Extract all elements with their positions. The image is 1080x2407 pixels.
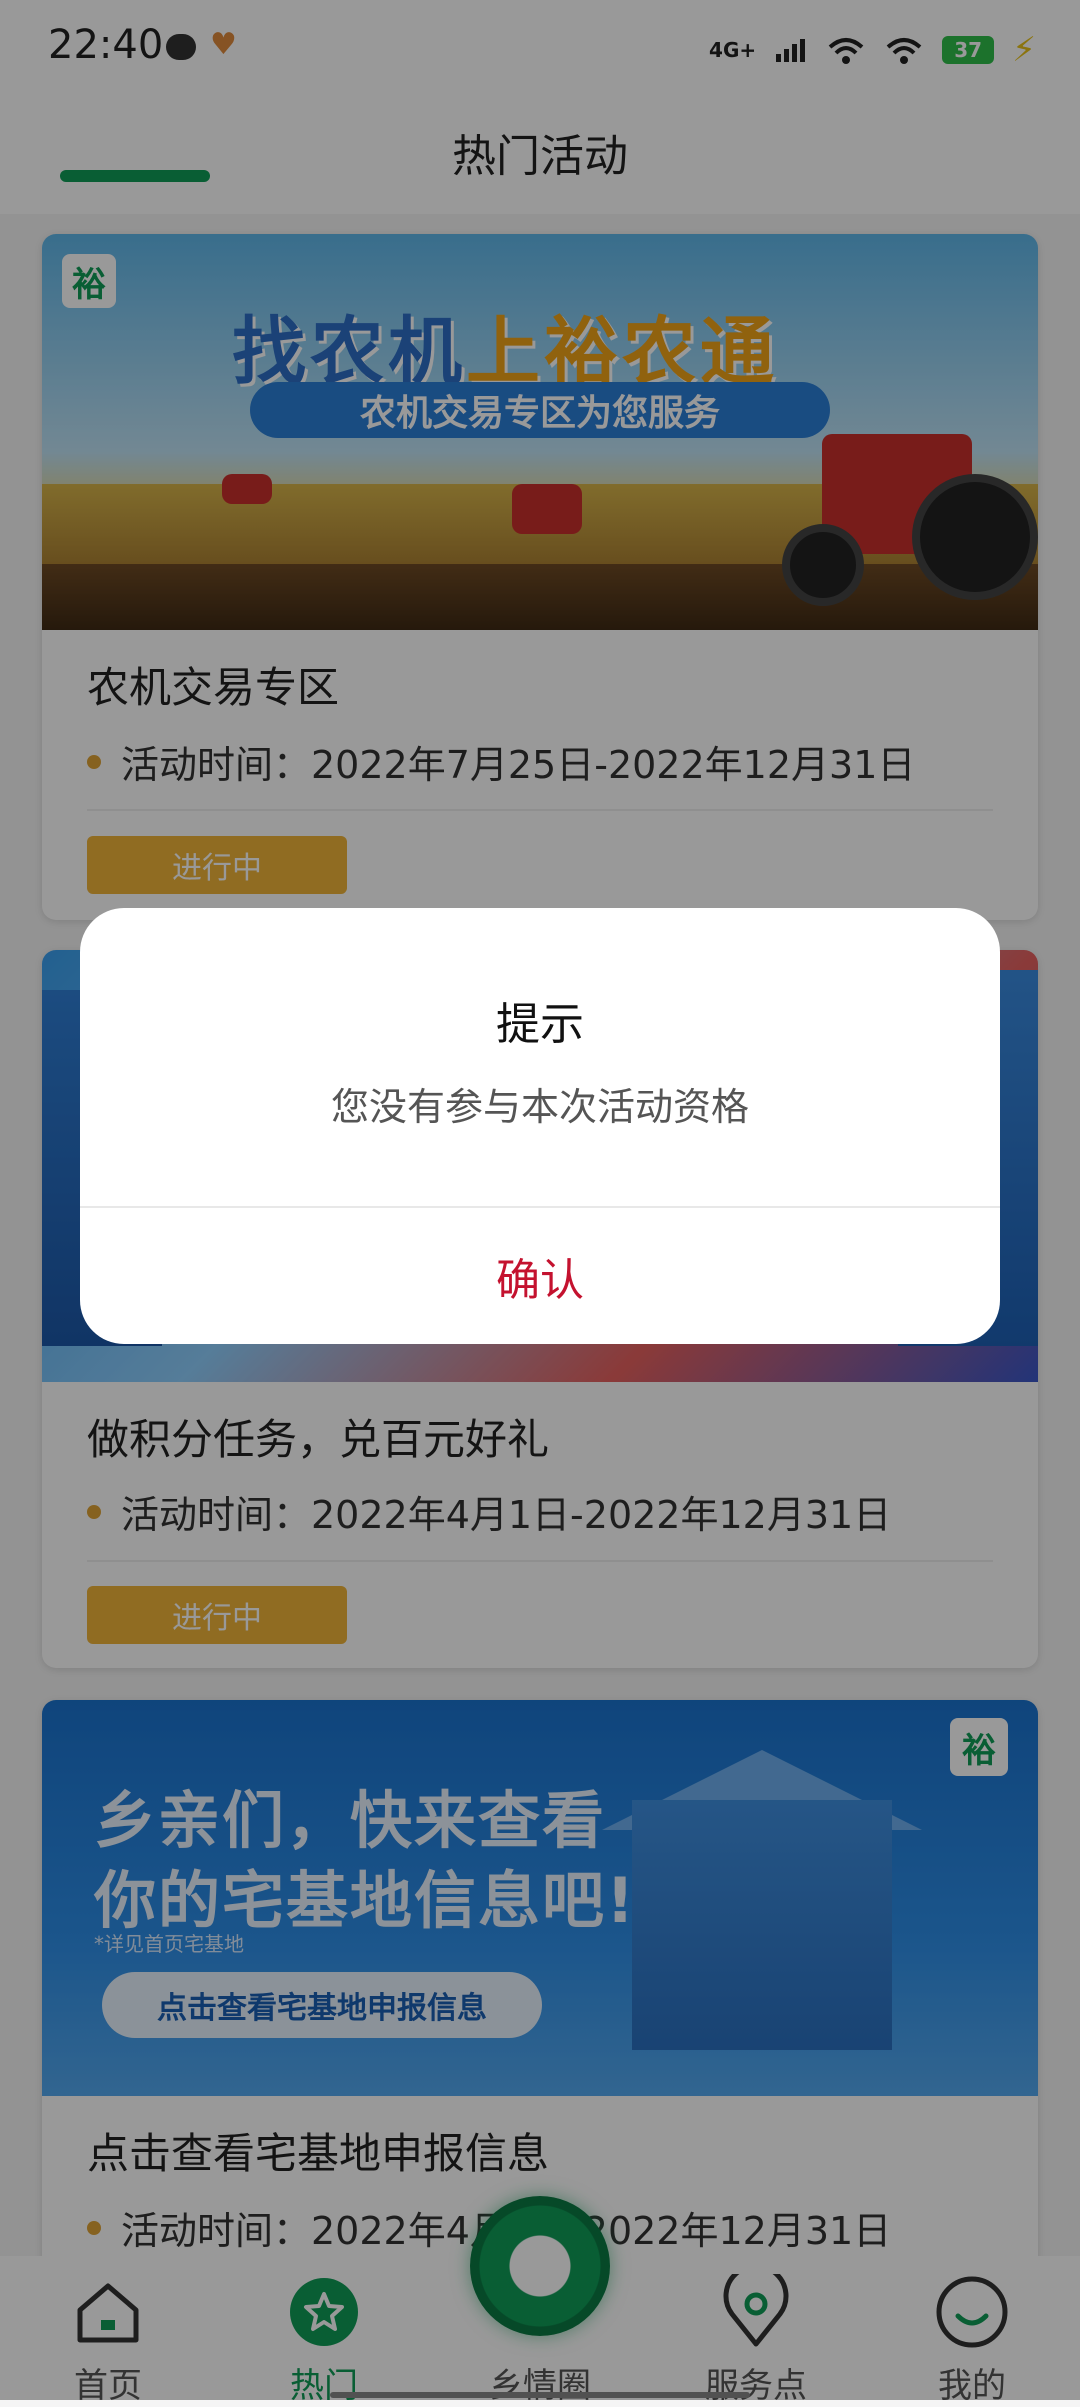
alert-dialog: 提示 您没有参与本次活动资格 确认 — [80, 908, 1000, 1344]
dialog-title: 提示 — [496, 999, 584, 1050]
confirm-button[interactable]: 确认 — [80, 1208, 1000, 1344]
dialog-message: 您没有参与本次活动资格 — [330, 1085, 749, 1129]
